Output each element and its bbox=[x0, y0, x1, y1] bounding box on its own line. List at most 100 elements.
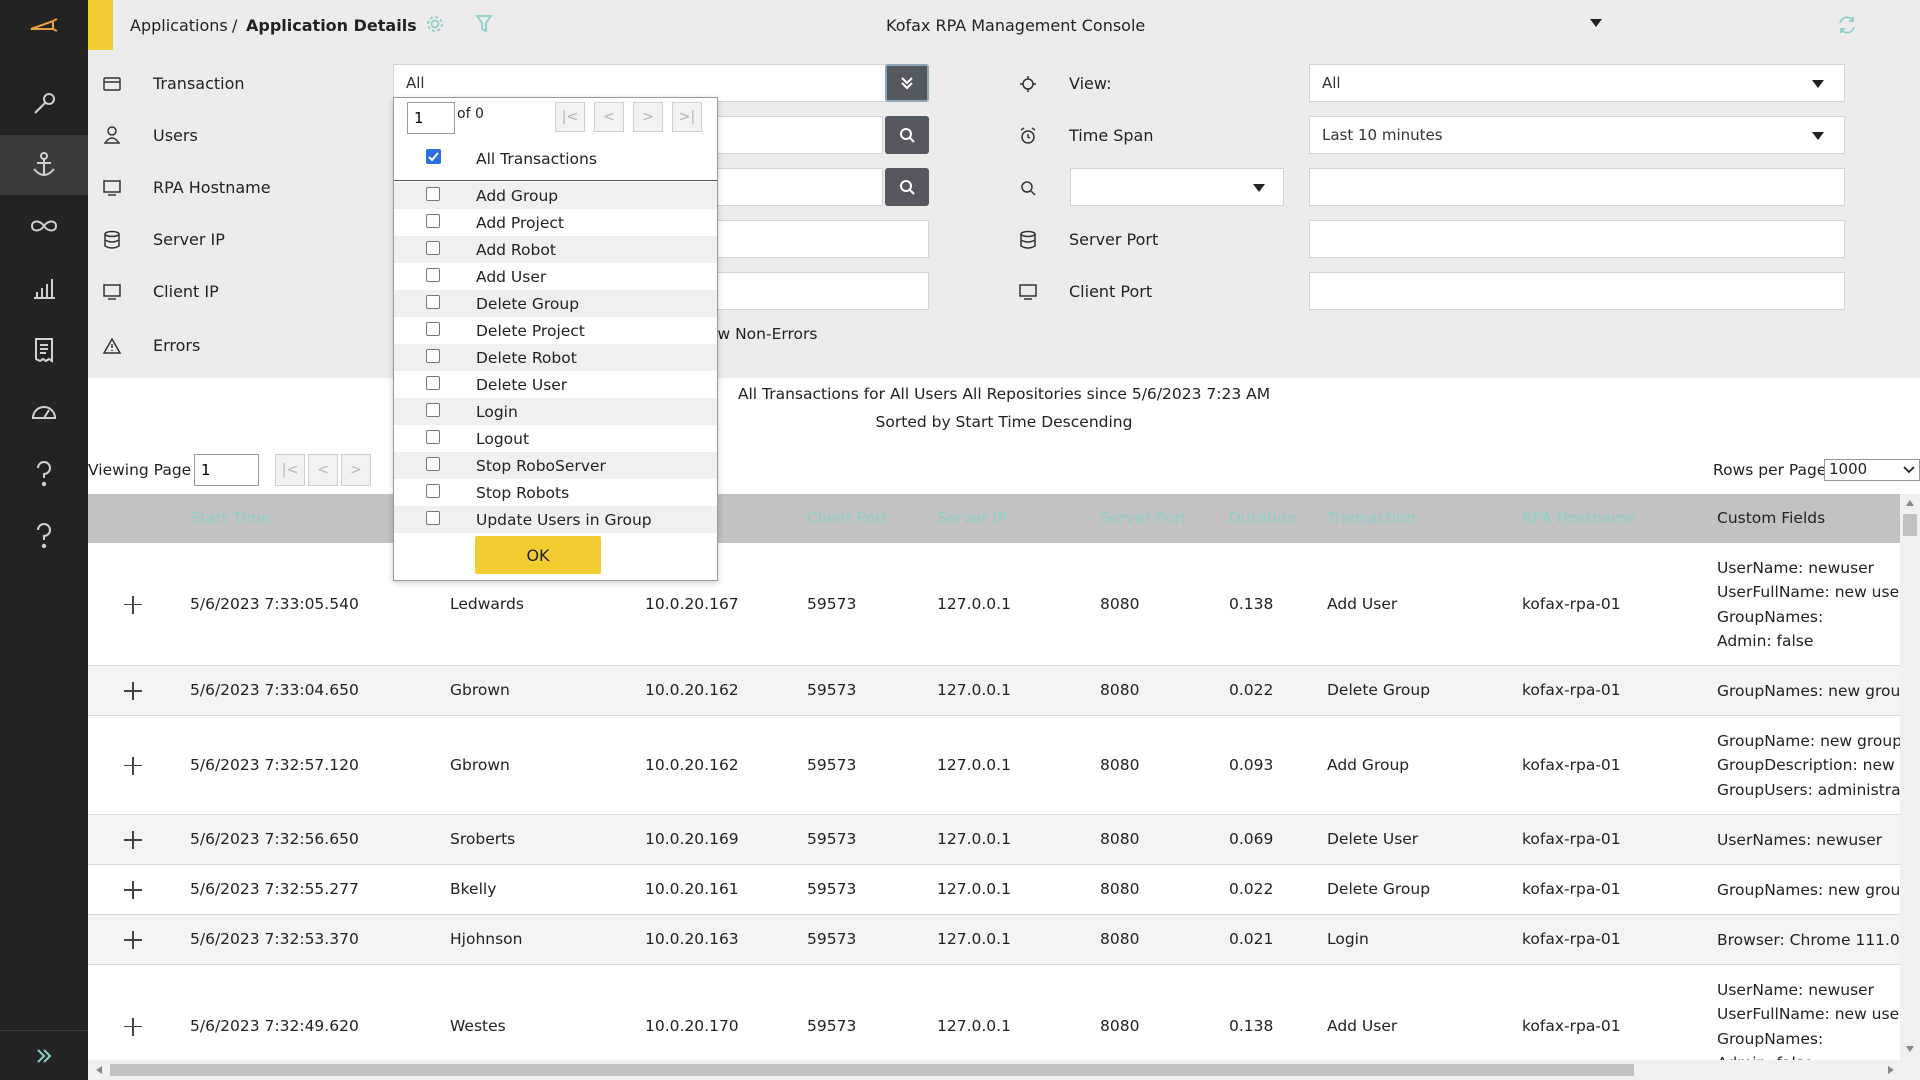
dropdown-item-checkbox[interactable] bbox=[426, 403, 440, 417]
expand-row-icon[interactable] bbox=[124, 682, 142, 700]
dropdown-item[interactable]: Delete Robot bbox=[394, 344, 717, 371]
credit-card-icon bbox=[100, 72, 124, 96]
table-row[interactable]: 5/6/2023 7:32:49.620 Westes 10.0.20.170 595… bbox=[88, 965, 1900, 1060]
search-field-select[interactable] bbox=[1070, 168, 1284, 206]
dropdown-item-checkbox[interactable] bbox=[426, 322, 440, 336]
dropdown-prev-button[interactable]: < bbox=[594, 102, 624, 132]
dropdown-first-button[interactable]: |< bbox=[555, 102, 585, 132]
dropdown-item[interactable]: Add Project bbox=[394, 209, 717, 236]
cell-duration: 0.069 bbox=[1229, 830, 1274, 848]
dropdown-item-checkbox[interactable] bbox=[426, 214, 440, 228]
filter-icon[interactable] bbox=[475, 14, 493, 34]
vertical-scrollbar[interactable] bbox=[1900, 494, 1920, 1060]
ok-button[interactable]: OK bbox=[475, 536, 601, 574]
expand-row-icon[interactable] bbox=[124, 881, 142, 899]
next-page-button[interactable]: > bbox=[341, 454, 371, 486]
logo-horn-icon[interactable] bbox=[0, 0, 88, 50]
dropdown-item[interactable]: Add Robot bbox=[394, 236, 717, 263]
receipt-icon[interactable] bbox=[0, 320, 88, 380]
dropdown-item[interactable]: Add Group bbox=[394, 182, 717, 209]
anchor-icon[interactable] bbox=[0, 135, 88, 195]
client-port-input[interactable] bbox=[1309, 272, 1845, 310]
dropdown-item[interactable]: Delete Group bbox=[394, 290, 717, 317]
table-row[interactable]: 5/6/2023 7:32:55.277 Bkelly 10.0.20.161 595… bbox=[88, 865, 1900, 915]
dropdown-page-input[interactable] bbox=[407, 102, 455, 134]
expand-row-icon[interactable] bbox=[124, 1017, 142, 1036]
scroll-up-arrow-icon[interactable] bbox=[1906, 500, 1914, 506]
dropdown-item-checkbox[interactable] bbox=[426, 241, 440, 255]
dropdown-item-checkbox[interactable] bbox=[426, 187, 440, 201]
dropdown-item-checkbox[interactable] bbox=[426, 430, 440, 444]
col-transaction[interactable]: Transaction bbox=[1327, 509, 1416, 527]
cell-custom-fields: GroupNames: new group bbox=[1717, 679, 1900, 704]
table-row[interactable]: 5/6/2023 7:32:57.120 Gbrown 10.0.20.162 595… bbox=[88, 716, 1900, 815]
infinity-icon[interactable] bbox=[0, 196, 88, 256]
col-server-port[interactable]: Server Port bbox=[1100, 509, 1186, 527]
all-transactions-checkbox[interactable] bbox=[426, 149, 441, 164]
cell-client-ip: 10.0.20.167 bbox=[645, 594, 739, 613]
dropdown-item[interactable]: Add User bbox=[394, 263, 717, 290]
view-select[interactable]: All bbox=[1309, 64, 1845, 102]
dropdown-item-checkbox[interactable] bbox=[426, 511, 440, 525]
show-non-errors-label[interactable]: ow Non-Errors bbox=[708, 325, 817, 343]
dropdown-item[interactable]: Login bbox=[394, 398, 717, 425]
expand-row-icon[interactable] bbox=[124, 931, 142, 949]
dropdown-item[interactable]: Update Users in Group bbox=[394, 506, 717, 533]
transaction-dropdown-button[interactable] bbox=[885, 64, 929, 102]
warning-icon bbox=[100, 334, 124, 358]
dropdown-item-checkbox[interactable] bbox=[426, 268, 440, 282]
dropdown-item-checkbox[interactable] bbox=[426, 295, 440, 309]
dropdown-item-checkbox[interactable] bbox=[426, 484, 440, 498]
rpa-hostname-search-button[interactable] bbox=[885, 168, 929, 206]
scroll-down-arrow-icon[interactable] bbox=[1906, 1046, 1914, 1052]
expand-row-icon[interactable] bbox=[124, 756, 142, 775]
monitor-icon bbox=[100, 176, 124, 200]
scroll-left-arrow-icon[interactable] bbox=[96, 1066, 102, 1074]
dropdown-item[interactable]: Delete User bbox=[394, 371, 717, 398]
expand-row-icon[interactable] bbox=[124, 831, 142, 849]
gauge-icon[interactable] bbox=[0, 381, 88, 441]
chevron-down-icon bbox=[1903, 466, 1915, 474]
bar-chart-icon[interactable] bbox=[0, 258, 88, 318]
table-row[interactable]: 5/6/2023 7:33:04.650 Gbrown 10.0.20.162 595… bbox=[88, 666, 1900, 716]
help-icon[interactable] bbox=[0, 444, 88, 504]
expand-sidebar-button[interactable] bbox=[0, 1030, 88, 1080]
col-duration[interactable]: Duration bbox=[1229, 509, 1296, 527]
expand-row-icon[interactable] bbox=[124, 595, 142, 614]
console-dropdown-caret[interactable] bbox=[1590, 19, 1602, 27]
server-port-label: Server Port bbox=[1069, 230, 1159, 249]
horizontal-scroll-thumb[interactable] bbox=[110, 1064, 1634, 1076]
dropdown-last-button[interactable]: >| bbox=[672, 102, 702, 132]
prev-page-button[interactable]: < bbox=[308, 454, 338, 486]
time-span-select[interactable]: Last 10 minutes bbox=[1309, 116, 1845, 154]
dropdown-item[interactable]: Stop Robots bbox=[394, 479, 717, 506]
scroll-right-arrow-icon[interactable] bbox=[1888, 1066, 1894, 1074]
dropdown-item[interactable]: Logout bbox=[394, 425, 717, 452]
server-port-input[interactable] bbox=[1309, 220, 1845, 258]
vertical-scroll-thumb[interactable] bbox=[1903, 514, 1917, 536]
dropdown-item-checkbox[interactable] bbox=[426, 376, 440, 390]
wrench-icon[interactable] bbox=[0, 74, 88, 134]
dropdown-next-button[interactable]: > bbox=[633, 102, 663, 132]
help-icon-2[interactable] bbox=[0, 506, 88, 566]
col-server-ip[interactable]: Server IP bbox=[937, 509, 1007, 527]
table-row[interactable]: 5/6/2023 7:32:56.650 Sroberts 10.0.20.169 5… bbox=[88, 815, 1900, 865]
users-search-button[interactable] bbox=[885, 116, 929, 154]
col-start-time[interactable]: Start Time bbox=[190, 509, 271, 527]
breadcrumb-applications[interactable]: Applications bbox=[130, 16, 228, 35]
refresh-icon[interactable] bbox=[1836, 14, 1858, 36]
dropdown-item-checkbox[interactable] bbox=[426, 457, 440, 471]
first-page-button[interactable]: |< bbox=[275, 454, 305, 486]
dropdown-item[interactable]: Delete Project bbox=[394, 317, 717, 344]
col-rpa-hostname[interactable]: RPA Hostname bbox=[1522, 509, 1636, 527]
gear-icon[interactable] bbox=[425, 14, 445, 34]
col-client-port[interactable]: Client Port bbox=[807, 509, 888, 527]
search-value-input[interactable] bbox=[1309, 168, 1845, 206]
dropdown-item[interactable]: Stop RoboServer bbox=[394, 452, 717, 479]
dropdown-item-checkbox[interactable] bbox=[426, 349, 440, 363]
table-row[interactable]: 5/6/2023 7:33:05.540 Ledwards 10.0.20.167 5… bbox=[88, 543, 1900, 666]
rows-per-page-select[interactable]: 1000 bbox=[1824, 459, 1920, 481]
page-number-input[interactable] bbox=[194, 454, 259, 486]
horizontal-scrollbar[interactable] bbox=[88, 1060, 1920, 1080]
table-row[interactable]: 5/6/2023 7:32:53.370 Hjohnson 10.0.20.163 5… bbox=[88, 915, 1900, 965]
